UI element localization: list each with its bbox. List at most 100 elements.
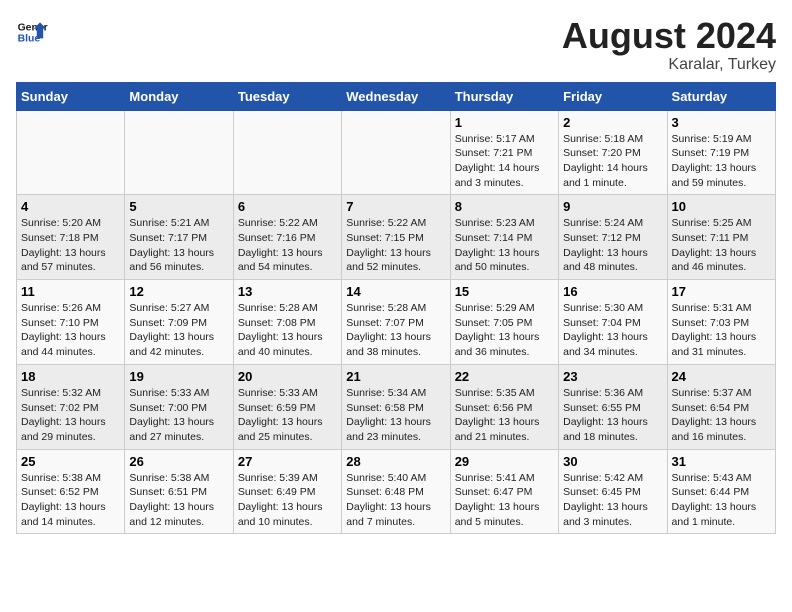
calendar-day-cell: 3 Sunrise: 5:19 AM Sunset: 7:19 PM Daylig… <box>667 110 775 195</box>
day-info: Sunrise: 5:30 AM Sunset: 7:04 PM Dayligh… <box>563 301 662 360</box>
day-of-week-header: Wednesday <box>342 82 450 110</box>
calendar-day-cell: 31 Sunrise: 5:43 AM Sunset: 6:44 PM Dayli… <box>667 449 775 534</box>
day-number: 28 <box>346 454 445 469</box>
day-number: 15 <box>455 284 554 299</box>
day-of-week-header: Monday <box>125 82 233 110</box>
calendar-day-cell: 17 Sunrise: 5:31 AM Sunset: 7:03 PM Dayli… <box>667 280 775 365</box>
calendar-day-cell: 19 Sunrise: 5:33 AM Sunset: 7:00 PM Dayli… <box>125 364 233 449</box>
calendar-week-row: 18 Sunrise: 5:32 AM Sunset: 7:02 PM Dayli… <box>17 364 776 449</box>
day-number: 14 <box>346 284 445 299</box>
title-block: August 2024 Karalar, Turkey <box>562 16 776 74</box>
month-year-title: August 2024 <box>562 16 776 56</box>
day-info: Sunrise: 5:35 AM Sunset: 6:56 PM Dayligh… <box>455 386 554 445</box>
day-info: Sunrise: 5:17 AM Sunset: 7:21 PM Dayligh… <box>455 132 554 191</box>
calendar-week-row: 1 Sunrise: 5:17 AM Sunset: 7:21 PM Daylig… <box>17 110 776 195</box>
day-number: 17 <box>672 284 771 299</box>
day-info: Sunrise: 5:32 AM Sunset: 7:02 PM Dayligh… <box>21 386 120 445</box>
day-of-week-header: Thursday <box>450 82 558 110</box>
day-info: Sunrise: 5:19 AM Sunset: 7:19 PM Dayligh… <box>672 132 771 191</box>
day-info: Sunrise: 5:34 AM Sunset: 6:58 PM Dayligh… <box>346 386 445 445</box>
calendar-day-cell <box>125 110 233 195</box>
day-number: 22 <box>455 369 554 384</box>
logo-icon: General Blue <box>16 16 48 48</box>
day-info: Sunrise: 5:33 AM Sunset: 6:59 PM Dayligh… <box>238 386 337 445</box>
calendar-day-cell: 25Sunrise: 5:38 AM Sunset: 6:52 PM Dayli… <box>17 449 125 534</box>
calendar-day-cell: 15 Sunrise: 5:29 AM Sunset: 7:05 PM Dayli… <box>450 280 558 365</box>
day-info: Sunrise: 5:23 AM Sunset: 7:14 PM Dayligh… <box>455 216 554 275</box>
day-info: Sunrise: 5:22 AM Sunset: 7:16 PM Dayligh… <box>238 216 337 275</box>
calendar-day-cell <box>17 110 125 195</box>
calendar-day-cell: 12Sunrise: 5:27 AM Sunset: 7:09 PM Dayli… <box>125 280 233 365</box>
day-info: Sunrise: 5:33 AM Sunset: 7:00 PM Dayligh… <box>129 386 228 445</box>
day-number: 26 <box>129 454 228 469</box>
day-info: Sunrise: 5:43 AM Sunset: 6:44 PM Dayligh… <box>672 471 771 530</box>
day-number: 1 <box>455 115 554 130</box>
day-info: Sunrise: 5:31 AM Sunset: 7:03 PM Dayligh… <box>672 301 771 360</box>
calendar-day-cell: 20Sunrise: 5:33 AM Sunset: 6:59 PM Dayli… <box>233 364 341 449</box>
calendar-table: SundayMondayTuesdayWednesdayThursdayFrid… <box>16 82 776 535</box>
calendar-day-cell: 16 Sunrise: 5:30 AM Sunset: 7:04 PM Dayli… <box>559 280 667 365</box>
day-info: Sunrise: 5:26 AM Sunset: 7:10 PM Dayligh… <box>21 301 120 360</box>
calendar-day-cell: 4 Sunrise: 5:20 AM Sunset: 7:18 PM Daylig… <box>17 195 125 280</box>
calendar-day-cell <box>342 110 450 195</box>
calendar-week-row: 25Sunrise: 5:38 AM Sunset: 6:52 PM Dayli… <box>17 449 776 534</box>
day-number: 4 <box>21 199 120 214</box>
calendar-day-cell: 1 Sunrise: 5:17 AM Sunset: 7:21 PM Daylig… <box>450 110 558 195</box>
calendar-day-cell: 7 Sunrise: 5:22 AM Sunset: 7:15 PM Daylig… <box>342 195 450 280</box>
calendar-day-cell: 24 Sunrise: 5:37 AM Sunset: 6:54 PM Dayli… <box>667 364 775 449</box>
calendar-day-cell: 21 Sunrise: 5:34 AM Sunset: 6:58 PM Dayli… <box>342 364 450 449</box>
day-number: 25 <box>21 454 120 469</box>
calendar-day-cell: 23Sunrise: 5:36 AM Sunset: 6:55 PM Dayli… <box>559 364 667 449</box>
calendar-day-cell: 14 Sunrise: 5:28 AM Sunset: 7:07 PM Dayli… <box>342 280 450 365</box>
day-number: 16 <box>563 284 662 299</box>
day-info: Sunrise: 5:36 AM Sunset: 6:55 PM Dayligh… <box>563 386 662 445</box>
day-number: 11 <box>21 284 120 299</box>
day-number: 27 <box>238 454 337 469</box>
day-number: 5 <box>129 199 228 214</box>
day-info: Sunrise: 5:41 AM Sunset: 6:47 PM Dayligh… <box>455 471 554 530</box>
calendar-week-row: 11 Sunrise: 5:26 AM Sunset: 7:10 PM Dayli… <box>17 280 776 365</box>
day-info: Sunrise: 5:29 AM Sunset: 7:05 PM Dayligh… <box>455 301 554 360</box>
day-of-week-header: Tuesday <box>233 82 341 110</box>
day-info: Sunrise: 5:18 AM Sunset: 7:20 PM Dayligh… <box>563 132 662 191</box>
day-number: 24 <box>672 369 771 384</box>
day-info: Sunrise: 5:39 AM Sunset: 6:49 PM Dayligh… <box>238 471 337 530</box>
day-number: 3 <box>672 115 771 130</box>
day-number: 7 <box>346 199 445 214</box>
day-number: 19 <box>129 369 228 384</box>
day-info: Sunrise: 5:20 AM Sunset: 7:18 PM Dayligh… <box>21 216 120 275</box>
day-info: Sunrise: 5:27 AM Sunset: 7:09 PM Dayligh… <box>129 301 228 360</box>
calendar-day-cell: 18 Sunrise: 5:32 AM Sunset: 7:02 PM Dayli… <box>17 364 125 449</box>
day-number: 18 <box>21 369 120 384</box>
day-number: 31 <box>672 454 771 469</box>
calendar-header-row: SundayMondayTuesdayWednesdayThursdayFrid… <box>17 82 776 110</box>
day-info: Sunrise: 5:24 AM Sunset: 7:12 PM Dayligh… <box>563 216 662 275</box>
calendar-day-cell: 9Sunrise: 5:24 AM Sunset: 7:12 PM Daylig… <box>559 195 667 280</box>
calendar-day-cell: 5 Sunrise: 5:21 AM Sunset: 7:17 PM Daylig… <box>125 195 233 280</box>
day-of-week-header: Friday <box>559 82 667 110</box>
day-number: 21 <box>346 369 445 384</box>
day-info: Sunrise: 5:22 AM Sunset: 7:15 PM Dayligh… <box>346 216 445 275</box>
day-number: 8 <box>455 199 554 214</box>
calendar-day-cell: 27 Sunrise: 5:39 AM Sunset: 6:49 PM Dayli… <box>233 449 341 534</box>
day-of-week-header: Saturday <box>667 82 775 110</box>
location-subtitle: Karalar, Turkey <box>562 56 776 74</box>
calendar-day-cell <box>233 110 341 195</box>
calendar-day-cell: 22 Sunrise: 5:35 AM Sunset: 6:56 PM Dayli… <box>450 364 558 449</box>
calendar-day-cell: 29Sunrise: 5:41 AM Sunset: 6:47 PM Dayli… <box>450 449 558 534</box>
logo: General Blue <box>16 16 48 48</box>
day-info: Sunrise: 5:40 AM Sunset: 6:48 PM Dayligh… <box>346 471 445 530</box>
page-header: General Blue August 2024 Karalar, Turkey <box>16 16 776 74</box>
day-info: Sunrise: 5:28 AM Sunset: 7:07 PM Dayligh… <box>346 301 445 360</box>
calendar-day-cell: 13Sunrise: 5:28 AM Sunset: 7:08 PM Dayli… <box>233 280 341 365</box>
calendar-day-cell: 26Sunrise: 5:38 AM Sunset: 6:51 PM Dayli… <box>125 449 233 534</box>
day-info: Sunrise: 5:21 AM Sunset: 7:17 PM Dayligh… <box>129 216 228 275</box>
day-info: Sunrise: 5:28 AM Sunset: 7:08 PM Dayligh… <box>238 301 337 360</box>
calendar-day-cell: 11 Sunrise: 5:26 AM Sunset: 7:10 PM Dayli… <box>17 280 125 365</box>
day-number: 10 <box>672 199 771 214</box>
calendar-day-cell: 28 Sunrise: 5:40 AM Sunset: 6:48 PM Dayli… <box>342 449 450 534</box>
calendar-day-cell: 10Sunrise: 5:25 AM Sunset: 7:11 PM Dayli… <box>667 195 775 280</box>
day-info: Sunrise: 5:37 AM Sunset: 6:54 PM Dayligh… <box>672 386 771 445</box>
calendar-week-row: 4 Sunrise: 5:20 AM Sunset: 7:18 PM Daylig… <box>17 195 776 280</box>
day-info: Sunrise: 5:42 AM Sunset: 6:45 PM Dayligh… <box>563 471 662 530</box>
